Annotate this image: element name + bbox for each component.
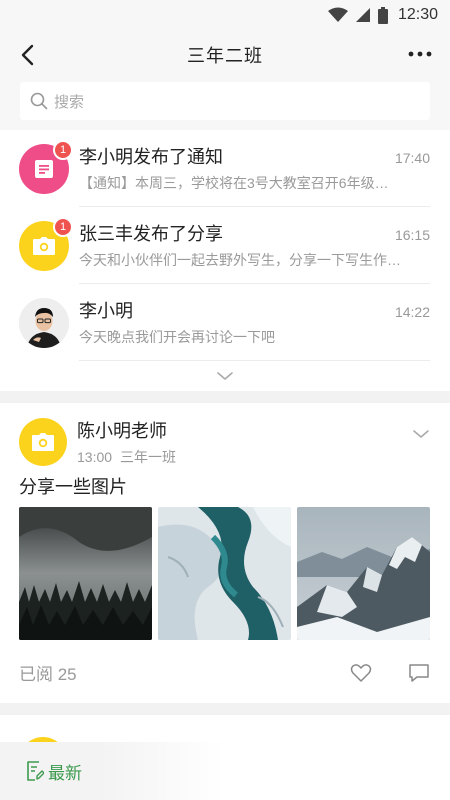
chevron-down-icon: [217, 372, 233, 380]
unread-badge: 1: [53, 216, 73, 237]
tab-latest[interactable]: 最新: [26, 759, 82, 784]
message-preview: 今天和小伙伴们一起去野外写生，分享一下写生作…: [79, 252, 401, 268]
post-time: 13:00: [77, 449, 113, 465]
tab-latest-label: 最新: [48, 763, 82, 783]
document-icon: [35, 159, 53, 178]
back-arrow-icon[interactable]: [18, 44, 40, 66]
status-time: 12:30: [397, 6, 438, 23]
unread-badge: 1: [53, 139, 73, 160]
section-divider: [0, 703, 450, 715]
camera-icon: [32, 433, 54, 451]
bottom-tab-bar: 最新: [0, 742, 450, 800]
post-text: 分享一些图片: [19, 477, 127, 497]
wifi-icon: [327, 7, 348, 22]
page-title: 三年二班: [187, 46, 263, 66]
avatar: [19, 297, 69, 348]
message-time: 17:40: [394, 150, 430, 166]
post-card[interactable]: 陈小明老师 13:00 三年一班 分享一些图片 已阅 25: [0, 403, 450, 703]
person-photo-icon: [19, 297, 69, 348]
battery-icon: [377, 6, 388, 24]
more-options-icon[interactable]: [408, 50, 432, 58]
message-preview: 今天晚点我们开会再讨论一下吧: [79, 329, 275, 345]
list-item[interactable]: 1 李小明发布了通知 17:40 【通知】本周三，学校将在3号大教室召开6年级…: [0, 130, 450, 207]
message-title: 张三丰发布了分享: [79, 224, 223, 244]
author-avatar: [19, 418, 67, 466]
snowy-mountain-image[interactable]: [297, 507, 430, 640]
misty-forest-image[interactable]: [19, 507, 152, 640]
post-group: 三年一班: [120, 449, 177, 465]
read-count: 已阅 25: [19, 665, 77, 684]
message-time: 14:22: [394, 304, 430, 320]
avatar: 1: [19, 216, 73, 271]
search-placeholder: 搜索: [54, 93, 85, 111]
camera-icon: [33, 236, 55, 255]
list-item[interactable]: 1 张三丰发布了分享 16:15 今天和小伙伴们一起去野外写生，分享一下写生作…: [0, 207, 450, 284]
list-item[interactable]: 李小明 14:22 今天晚点我们开会再讨论一下吧: [0, 284, 450, 361]
heart-icon[interactable]: [350, 663, 372, 683]
expand-list-button[interactable]: [0, 361, 450, 391]
edit-document-icon: [27, 761, 44, 781]
avatar: 1: [19, 139, 73, 194]
comment-icon[interactable]: [408, 663, 430, 683]
post-images: [19, 507, 430, 640]
post-author: 陈小明老师: [77, 421, 167, 441]
icy-river-aerial-image[interactable]: [158, 507, 291, 640]
message-preview: 【通知】本周三，学校将在3号大教室召开6年级…: [79, 175, 389, 191]
message-time: 16:15: [394, 227, 430, 243]
post-meta: 13:00 三年一班: [77, 447, 176, 467]
search-container: 搜索: [0, 80, 450, 130]
status-bar: 12:30: [0, 0, 450, 30]
signal-icon: [355, 8, 370, 22]
message-title: 李小明: [79, 301, 133, 321]
message-title: 李小明发布了通知: [79, 147, 223, 167]
chevron-down-icon[interactable]: [412, 429, 430, 439]
message-list: 1 李小明发布了通知 17:40 【通知】本周三，学校将在3号大教室召开6年级……: [0, 130, 450, 391]
nav-bar: 三年二班: [0, 30, 450, 80]
search-icon: [30, 92, 48, 110]
person-avatar: [19, 297, 69, 348]
search-input[interactable]: 搜索: [20, 82, 430, 120]
section-divider: [0, 391, 450, 403]
